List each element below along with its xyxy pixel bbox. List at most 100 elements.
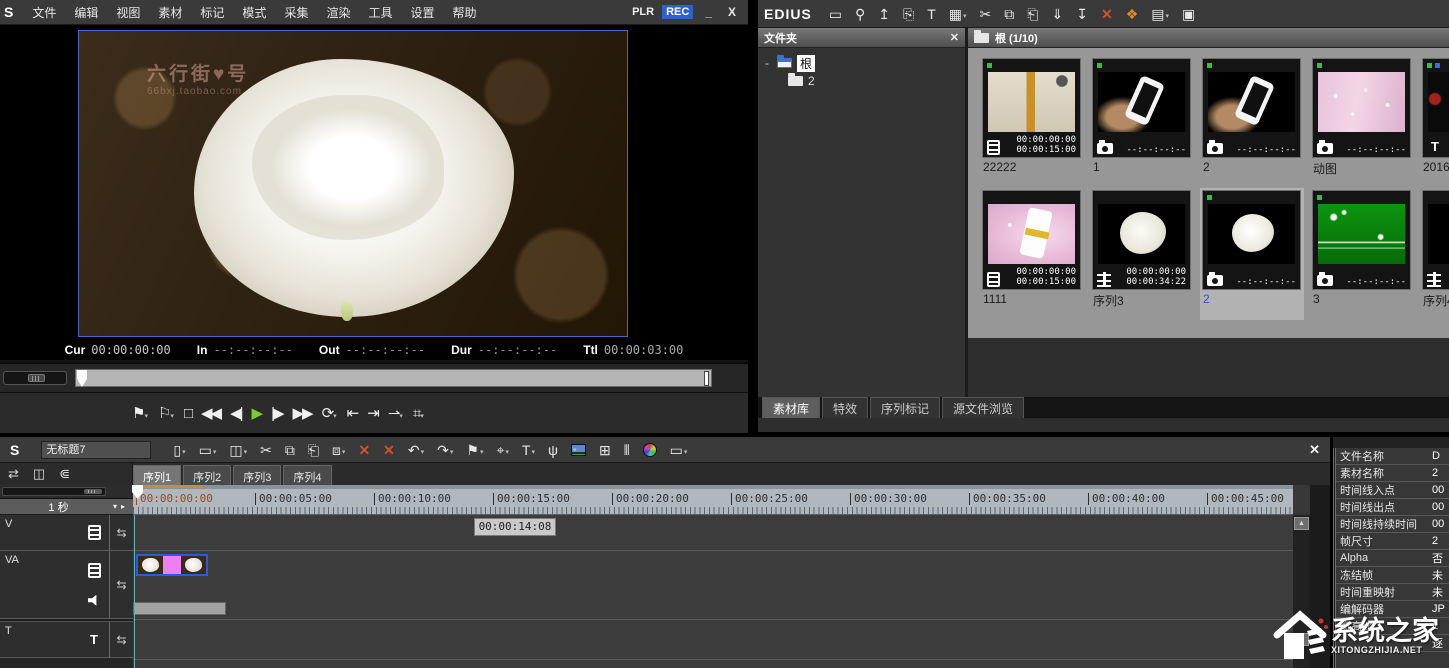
multicam-icon[interactable]: ⊞▾ [599,443,611,457]
open-project-icon[interactable]: ▭▾ [199,443,217,457]
color-wheel-icon[interactable]: ▾ [643,443,657,457]
delete-icon[interactable]: ✕▾ [358,443,370,457]
menu-item[interactable]: 渲染 [317,4,359,21]
snap-mode-icon[interactable]: ⋐ [59,466,70,482]
dropdown-arrow-icon[interactable]: ▾ [684,449,688,457]
scale-right-icon[interactable]: ▸ [119,502,127,511]
sequence-tab[interactable]: 序列1 [133,465,181,485]
bin-clip[interactable]: 00:00:00:0000:00:15:00 22222 [980,56,1084,188]
menu-item[interactable]: 文件 [23,4,65,21]
menu-item[interactable]: 标记 [191,4,233,21]
undo-icon[interactable]: ↶▾ [408,443,424,457]
voice-over-icon[interactable]: ψ▾ [548,443,558,457]
dropdown-arrow-icon[interactable]: ▾ [213,449,217,457]
play-around-cursor-button[interactable]: ⇀▾ [388,406,403,421]
previous-frame-button[interactable]: ◀|▾ [230,406,241,421]
menu-item[interactable]: 编辑 [65,4,107,21]
scale-down-icon[interactable]: ▾ [111,502,119,511]
shuttle-control[interactable] [3,371,67,385]
timeline-ruler[interactable]: 00:00:00:0000:00:05:0000:00:10:0000:00:1… [133,485,1293,515]
dropdown-arrow-icon[interactable]: ▾ [333,413,337,421]
folder-panel-close-button[interactable]: ✕ [950,31,959,44]
match-frame-icon[interactable]: ⌖▾ [496,443,508,457]
folder-tree-child[interactable]: 2 [762,72,961,90]
new-sequence-icon[interactable]: ▯▾ [173,443,185,457]
bin-tab[interactable]: 源文件浏览 [942,397,1024,418]
create-title-icon[interactable]: T▾ [927,7,936,21]
rewind-button[interactable]: ◀◀▾ [201,406,220,421]
dropdown-arrow-icon[interactable]: ▾ [505,449,509,457]
menu-item[interactable]: 帮助 [444,4,486,21]
track-t-lane[interactable] [133,624,1293,660]
shuttle-handle[interactable] [28,374,45,382]
color-bars-icon[interactable]: ▦▾ [949,7,967,21]
cut-icon[interactable]: ✂▾ [980,7,992,21]
dropdown-arrow-icon[interactable]: ▾ [531,449,535,457]
next-frame-button[interactable]: |▶▾ [271,406,282,421]
import-icon[interactable]: ↧▾ [1076,7,1088,21]
ripple-delete-icon[interactable]: ✕▾ [383,443,395,457]
dropdown-arrow-icon[interactable]: ▾ [450,449,454,457]
capture-icon[interactable]: ⇓▾ [1051,7,1063,21]
audio-mixer-icon[interactable]: ⫴▾ [624,443,630,457]
menu-item[interactable]: 采集 [275,4,317,21]
dropdown-arrow-icon[interactable]: ▾ [170,413,174,421]
bin-tab[interactable]: 素材库 [762,397,820,418]
menu-item[interactable]: 设置 [401,4,443,21]
up-folder-icon[interactable]: ↥▾ [878,7,890,21]
fast-forward-button[interactable]: ▶▶▾ [293,406,312,421]
timeline-close-button[interactable]: ✕ [1309,442,1324,458]
open-folder-icon[interactable]: ▭▾ [829,7,842,21]
dropdown-arrow-icon[interactable]: ▾ [421,449,425,457]
paste-icon[interactable]: ⎗▾ [1027,7,1038,21]
menu-item[interactable]: 工具 [359,4,401,21]
patch-icon[interactable]: ⇆ [109,515,133,550]
add-clip-icon[interactable]: ⎘▾ [903,7,914,21]
sequence-name-field[interactable]: 无标题7 [41,441,151,459]
expand-icon[interactable]: - [762,56,772,70]
bin-clip[interactable]: --:--:--:-- 2 [1200,188,1304,320]
bin-clip[interactable]: --:--:--:-- 1 [1090,56,1194,188]
bin-clip[interactable]: --:--:--:-- 动图 [1310,56,1414,188]
set-marker-button[interactable]: ⚑▾ [132,406,148,421]
patch-icon[interactable]: ⇆ [109,551,133,618]
video-track-icon[interactable] [88,525,101,540]
dropdown-arrow-icon[interactable]: ▾ [399,413,403,421]
zoom-slider-handle[interactable] [84,489,102,494]
dropdown-arrow-icon[interactable]: ▾ [144,413,148,421]
track-header-va[interactable]: VA ⇆ [0,551,133,619]
menu-item[interactable]: 视图 [107,4,149,21]
zoom-slider[interactable] [2,487,106,496]
bin-clip[interactable]: --:--:--:-- 3 [1310,188,1414,320]
loop-play-button[interactable]: ⟳▾ [322,406,337,421]
jog-shuttle-button[interactable]: ⌗▾ [413,406,424,421]
copy-icon[interactable]: ⧉▾ [285,443,295,457]
delete-icon[interactable]: ✕▾ [1101,7,1113,21]
dropdown-arrow-icon[interactable]: ▾ [182,449,186,457]
panel-layout-icon[interactable]: ▭▾ [670,443,688,457]
bin-clip[interactable]: --:--:--:-- 2 [1200,56,1304,188]
render-icon[interactable]: ▾ [571,444,586,456]
patch-icon[interactable]: ⇆ [109,622,133,657]
position-bar[interactable] [75,369,712,387]
bin-toolbox-icon[interactable]: ▣▾ [1182,7,1195,21]
goto-out-point-button[interactable]: ⇥▾ [367,406,378,421]
scroll-up-icon[interactable]: ▲ [1294,517,1309,530]
video-track-icon[interactable] [88,563,101,578]
speaker-icon[interactable] [88,595,100,606]
folder-tree-root[interactable]: - 根 [762,54,961,72]
sequence-tab[interactable]: 序列4 [283,465,331,485]
menu-item[interactable]: 素材 [149,4,191,21]
time-scale-selector[interactable]: 1 秒 ▾ ▸ [0,499,133,515]
dropdown-arrow-icon[interactable]: ▾ [1165,13,1169,21]
bin-clip[interactable]: 序列4 [1420,188,1449,320]
search-icon[interactable]: ⚲▾ [855,7,865,21]
bin-tab[interactable]: 特效 [822,397,868,418]
track-va-lane[interactable] [133,552,1293,620]
create-title-icon[interactable]: T▾ [522,443,535,457]
track-header-v[interactable]: V ⇆ [0,515,133,551]
dropdown-arrow-icon[interactable]: ▾ [963,13,967,21]
paste-icon[interactable]: ⎗▾ [308,443,319,457]
copy-icon[interactable]: ⧉▾ [1004,7,1014,21]
add-marker-icon[interactable]: ⚑▾ [466,443,483,457]
